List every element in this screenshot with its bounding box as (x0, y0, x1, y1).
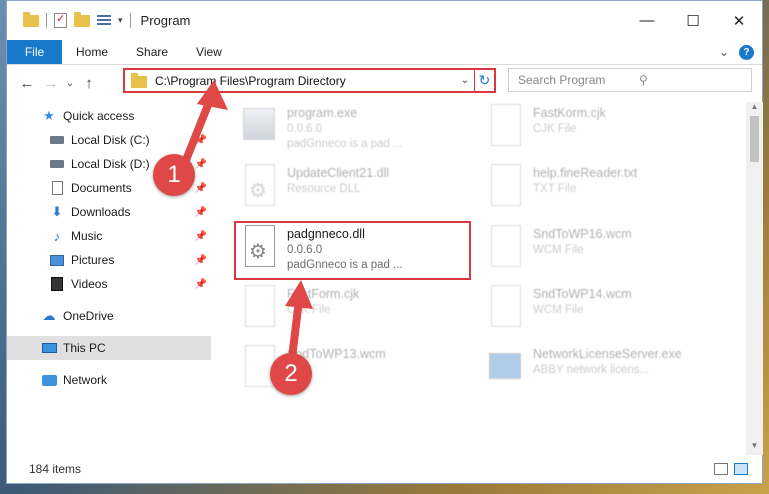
file-item[interactable]: ⚙ UpdateClient21.dll Resource DLL (241, 164, 389, 220)
pin-icon: 📌 (194, 134, 207, 146)
up-button[interactable]: ↑ (77, 75, 101, 92)
minimize-button[interactable]: — (624, 1, 670, 40)
sidebar-item-network[interactable]: Network (7, 368, 211, 392)
maximize-button[interactable]: ☐ (670, 1, 716, 40)
file-item[interactable]: SndToWP14.wcm WCM File (487, 285, 632, 341)
view-icon[interactable] (97, 14, 111, 27)
window-controls: — ☐ ✕ (624, 1, 762, 40)
address-path[interactable]: C:\Program Files\Program Directory (155, 74, 456, 88)
sidebar-item-pictures[interactable]: Pictures 📌 (7, 248, 211, 272)
video-icon (51, 277, 63, 291)
file-icon (487, 164, 523, 208)
exe-icon (241, 104, 277, 148)
app-icon (487, 345, 523, 389)
file-icon (241, 285, 277, 329)
pin-icon: 📌 (194, 230, 207, 242)
expand-ribbon-icon[interactable]: ⌄ (719, 45, 729, 59)
large-icons-view-icon[interactable] (734, 462, 748, 475)
computer-icon (41, 343, 57, 353)
properties-icon[interactable] (54, 12, 67, 28)
document-icon (51, 181, 63, 195)
star-icon: ★ (43, 108, 55, 123)
tab-file[interactable]: File (7, 40, 62, 64)
close-button[interactable]: ✕ (716, 1, 762, 40)
step-2-badge: 2 (270, 353, 312, 395)
step-1-badge: 1 (153, 154, 195, 196)
file-item[interactable]: SndToWP13.wcm (241, 345, 386, 401)
address-bar[interactable]: C:\Program Files\Program Directory ⌄ ↻ (123, 68, 496, 93)
drive-icon (50, 136, 64, 144)
file-icon (487, 104, 523, 148)
file-icon (487, 285, 523, 329)
file-item[interactable]: help.fineReader.txt TXT File (487, 164, 637, 220)
sidebar-item-local-disk-c[interactable]: Local Disk (C:) 📌 (7, 128, 211, 152)
title-bar: ▾ Program — ☐ ✕ (7, 1, 762, 40)
sidebar-item-quick-access[interactable]: ★ Quick access (7, 104, 211, 128)
file-icon (487, 225, 523, 269)
forward-button[interactable]: → (39, 75, 63, 92)
search-icon: ⚲ (639, 73, 648, 87)
tab-share[interactable]: Share (122, 40, 182, 64)
details-view-icon[interactable] (714, 462, 728, 475)
scrollbar-thumb[interactable] (750, 116, 759, 162)
file-highlight-box (234, 221, 471, 280)
scroll-down-icon[interactable]: ▼ (746, 441, 763, 455)
quick-access-toolbar: ▾ (7, 11, 131, 28)
new-folder-icon[interactable] (74, 11, 90, 27)
sidebar-item-onedrive[interactable]: ☁ OneDrive (7, 304, 211, 328)
refresh-button[interactable]: ↻ (474, 70, 494, 91)
sidebar-item-music[interactable]: ♪ Music 📌 (7, 224, 211, 248)
download-icon: ⬇ (51, 204, 63, 219)
file-item[interactable]: FastForm.cjk CJK File (241, 285, 359, 341)
file-item[interactable]: SndToWP16.wcm WCM File (487, 225, 632, 281)
tab-home[interactable]: Home (62, 40, 122, 64)
search-placeholder: Search Program (518, 73, 606, 87)
recent-locations-button[interactable]: ⌄ (63, 78, 77, 89)
cloud-icon: ☁ (42, 308, 56, 323)
sidebar-item-this-pc[interactable]: This PC (7, 336, 211, 360)
vertical-scrollbar[interactable]: ▲ ▼ (746, 102, 763, 455)
address-dropdown-icon[interactable]: ⌄ (456, 75, 474, 86)
window-title: Program (140, 13, 191, 28)
help-icon[interactable]: ? (739, 44, 754, 60)
pin-icon: 📌 (194, 206, 207, 218)
file-item[interactable]: FastKorm.cjk CJK File (487, 104, 606, 160)
pin-icon: 📌 (194, 182, 207, 194)
file-item[interactable]: NetworkLicenseServer.exe ABBY network li… (487, 345, 682, 401)
sidebar-item-videos[interactable]: Videos 📌 (7, 272, 211, 296)
tab-view[interactable]: View (182, 40, 236, 64)
sidebar-item-downloads[interactable]: ⬇ Downloads 📌 (7, 200, 211, 224)
customize-toolbar-icon[interactable]: ▾ (118, 15, 123, 26)
dll-icon: ⚙ (241, 164, 277, 208)
picture-icon (50, 254, 64, 266)
folder-icon (131, 73, 147, 88)
folder-icon (23, 11, 39, 27)
back-button[interactable]: ← (15, 75, 39, 92)
navigation-bar: ← → ⌄ ↑ C:\Program Files\Program Directo… (7, 65, 762, 101)
item-count: 184 items (29, 461, 82, 476)
status-bar: 184 items (7, 454, 762, 483)
pin-icon: 📌 (194, 158, 207, 170)
network-icon (41, 374, 57, 386)
scroll-up-icon[interactable]: ▲ (746, 102, 763, 116)
pin-icon: 📌 (194, 254, 207, 266)
file-item[interactable]: program.exe 0.0.6.0 padGnneco is a pad .… (241, 104, 403, 160)
ribbon-tabs: File Home Share View ⌄ ? (7, 40, 762, 65)
music-icon: ♪ (53, 228, 61, 244)
drive-icon (50, 160, 64, 168)
search-input[interactable]: Search Program ⚲ (508, 68, 752, 92)
pin-icon: 📌 (194, 278, 207, 290)
